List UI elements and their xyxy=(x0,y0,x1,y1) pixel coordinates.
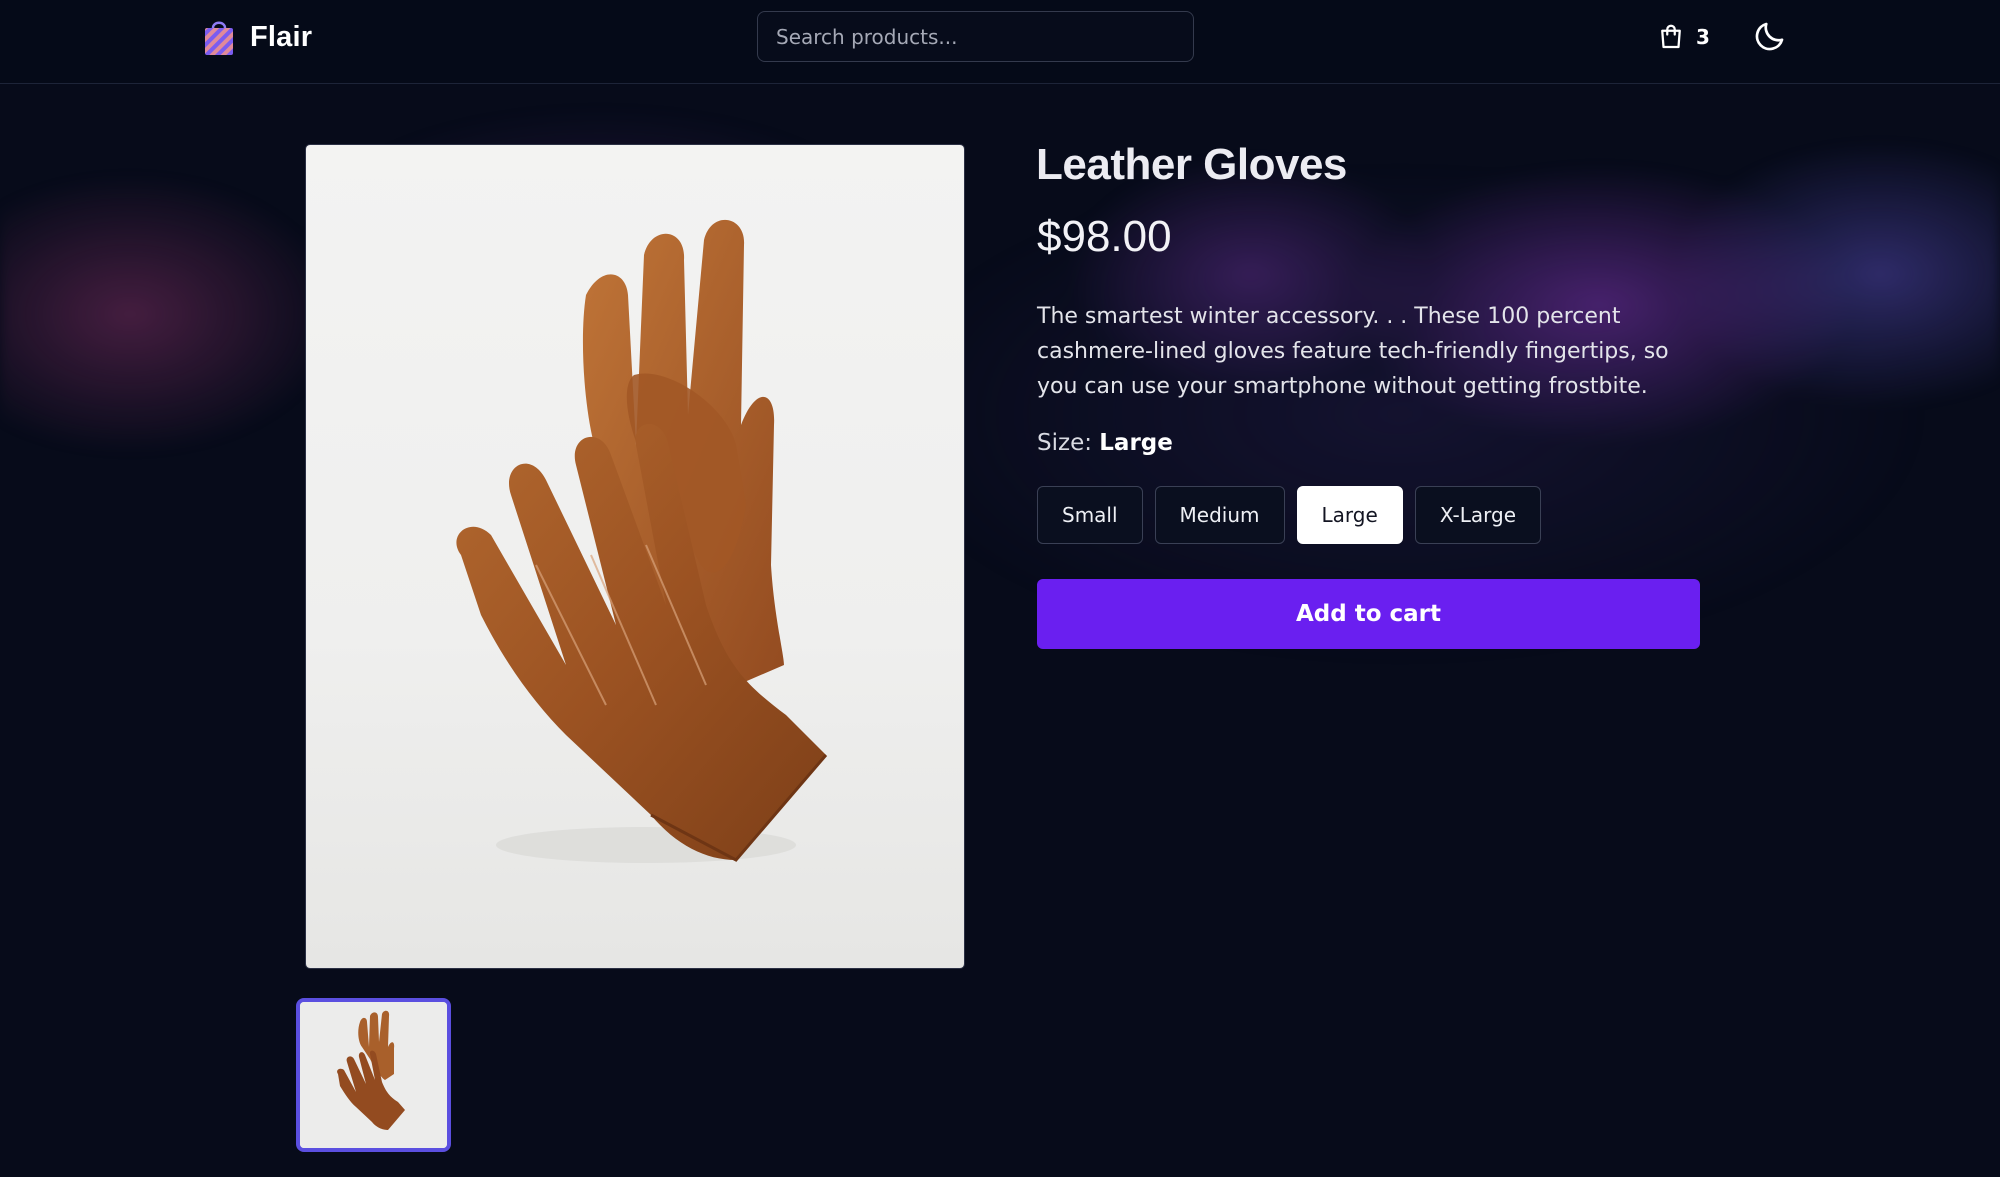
size-options: Small Medium Large X-Large xyxy=(1037,486,1542,544)
size-button-large[interactable]: Large xyxy=(1296,486,1403,544)
size-label: Size: Large xyxy=(1037,430,1173,456)
size-label-text: Size: xyxy=(1037,430,1092,456)
size-button-small[interactable]: Small xyxy=(1037,486,1143,544)
cart-count: 3 xyxy=(1696,25,1710,49)
product-thumbnail[interactable] xyxy=(296,998,451,1152)
size-button-medium[interactable]: Medium xyxy=(1154,486,1285,544)
theme-toggle-button[interactable] xyxy=(1752,18,1788,54)
selected-size: Large xyxy=(1099,430,1173,456)
background-glow xyxy=(0,84,2000,864)
brand[interactable]: Flair xyxy=(202,14,312,60)
search-input[interactable] xyxy=(757,11,1194,62)
shopping-bag-icon xyxy=(205,21,233,55)
shopping-bag-outline-icon xyxy=(1661,24,1681,49)
cart-button[interactable]: 3 xyxy=(1656,19,1710,55)
leather-gloves-image xyxy=(456,219,828,863)
brand-name: Flair xyxy=(250,20,313,53)
add-to-cart-button[interactable]: Add to cart xyxy=(1037,579,1700,649)
product-page: Flair 3 xyxy=(0,0,2000,1177)
product-image xyxy=(306,145,964,968)
moon-icon xyxy=(1755,22,1784,51)
size-button-x-large[interactable]: X-Large xyxy=(1414,486,1542,544)
leather-gloves-thumbnail xyxy=(300,1002,447,1148)
product-description: The smartest winter accessory. . . These… xyxy=(1037,304,1669,399)
product-price: $98.00 xyxy=(1037,212,1172,261)
product-title: Leather Gloves xyxy=(1036,140,1347,189)
site-header: Flair 3 xyxy=(0,0,2000,84)
